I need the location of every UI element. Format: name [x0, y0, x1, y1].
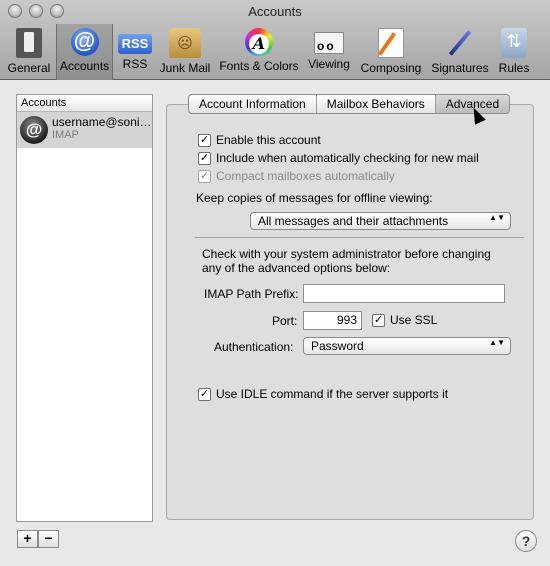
- accounts-list[interactable]: Accounts @ username@soni… IMAP: [16, 94, 153, 522]
- checkbox-check-icon[interactable]: ✓: [198, 151, 211, 165]
- enable-account-checkbox[interactable]: ✓ Enable this account: [198, 133, 321, 147]
- checkbox-check-icon: ✓: [198, 169, 211, 183]
- toolbar-fonts-colors[interactable]: A Fonts & Colors: [216, 24, 302, 80]
- use-ssl-checkbox[interactable]: ✓ Use SSL: [372, 313, 437, 327]
- offline-copies-select[interactable]: All messages and their attachments ▲▼: [250, 212, 511, 230]
- include-new-mail-label: Include when automatically checking for …: [216, 151, 479, 165]
- toolbar-rss[interactable]: RSS RSS: [114, 24, 156, 80]
- toolbar-viewing-label: Viewing: [308, 57, 350, 71]
- toolbar-general[interactable]: General: [3, 24, 55, 80]
- toolbar-rss-label: RSS: [122, 57, 148, 71]
- checkbox-check-icon[interactable]: ✓: [372, 313, 385, 327]
- authentication-select[interactable]: Password ▲▼: [303, 337, 511, 355]
- compact-mailboxes-checkbox: ✓ Compact mailboxes automatically: [198, 169, 395, 183]
- window-title: Accounts: [248, 4, 302, 19]
- use-idle-label: Use IDLE command if the server supports …: [216, 387, 449, 401]
- offline-copies-label: Keep copies of messages for offline view…: [196, 191, 433, 205]
- include-new-mail-checkbox[interactable]: ✓ Include when automatically checking fo…: [198, 151, 479, 165]
- glasses-icon: [314, 32, 344, 54]
- toolbar-accounts[interactable]: @ Accounts: [56, 24, 113, 80]
- account-row[interactable]: @ username@soni… IMAP: [17, 112, 152, 148]
- toolbar-signatures[interactable]: Signatures: [429, 24, 491, 80]
- account-tabs: Account Information Mailbox Behaviors Ad…: [188, 94, 511, 114]
- color-wheel-icon: A: [245, 28, 273, 56]
- tab-mailbox-behaviors[interactable]: Mailbox Behaviors: [317, 95, 436, 113]
- junk-bag-icon: [169, 28, 201, 58]
- toolbar-junk-mail-label: Junk Mail: [159, 61, 211, 75]
- tab-account-information[interactable]: Account Information: [189, 95, 317, 113]
- toolbar-signatures-label: Signatures: [431, 61, 489, 75]
- toolbar-composing-label: Composing: [360, 61, 422, 75]
- select-arrows-icon: ▲▼: [489, 213, 505, 222]
- use-ssl-label: Use SSL: [390, 313, 438, 327]
- pen-icon: [444, 28, 476, 58]
- admin-note-line-1: Check with your system administrator bef…: [202, 247, 491, 261]
- toolbar-composing[interactable]: Composing: [358, 24, 424, 80]
- port-input[interactable]: 993: [303, 311, 362, 330]
- title-toolbar-bar: Accounts General @ Accounts RSS RSS Junk…: [0, 0, 550, 80]
- use-idle-checkbox[interactable]: ✓ Use IDLE command if the server support…: [198, 387, 448, 401]
- toolbar-junk-mail[interactable]: Junk Mail: [157, 24, 213, 80]
- toolbar-fonts-colors-label: Fonts & Colors: [219, 59, 299, 73]
- section-divider: [195, 237, 524, 238]
- checkbox-check-icon[interactable]: ✓: [198, 387, 211, 401]
- fonts-glyph: A: [249, 34, 269, 54]
- imap-path-prefix-input[interactable]: [303, 284, 505, 303]
- pencil-paper-icon: [378, 28, 404, 58]
- accounts-preferences-window: Accounts General @ Accounts RSS RSS Junk…: [0, 0, 550, 566]
- offline-copies-value: All messages and their attachments: [258, 214, 449, 228]
- account-type: IMAP: [52, 129, 79, 141]
- light-switch-icon: [16, 28, 42, 58]
- at-sign-icon: @: [70, 28, 99, 56]
- add-account-button[interactable]: +: [17, 530, 38, 548]
- authentication-value: Password: [311, 339, 364, 353]
- enable-account-label: Enable this account: [216, 133, 321, 147]
- toolbar-accounts-label: Accounts: [59, 59, 110, 73]
- toolbar-viewing[interactable]: Viewing: [305, 24, 353, 80]
- remove-account-button[interactable]: −: [38, 530, 59, 548]
- admin-note-line-2: any of the advanced options below:: [202, 261, 391, 275]
- toolbar-general-label: General: [7, 61, 51, 75]
- rules-icon: [501, 28, 527, 58]
- imap-path-prefix-label: IMAP Path Prefix:: [204, 287, 299, 301]
- imap-account-icon: @: [20, 116, 48, 144]
- compact-mailboxes-label: Compact mailboxes automatically: [216, 169, 395, 183]
- help-button[interactable]: ?: [515, 530, 537, 552]
- rss-icon: RSS: [118, 34, 152, 54]
- account-name: username@soni…: [52, 115, 152, 129]
- port-label: Port:: [272, 314, 298, 328]
- preferences-toolbar: General @ Accounts RSS RSS Junk Mail A F…: [0, 24, 550, 80]
- accounts-list-header[interactable]: Accounts: [17, 95, 152, 112]
- checkbox-check-icon[interactable]: ✓: [198, 133, 211, 147]
- select-arrows-icon: ▲▼: [489, 338, 505, 347]
- authentication-label: Authentication:: [214, 340, 294, 354]
- toolbar-rules[interactable]: Rules: [495, 24, 533, 80]
- toolbar-rules-label: Rules: [498, 61, 530, 75]
